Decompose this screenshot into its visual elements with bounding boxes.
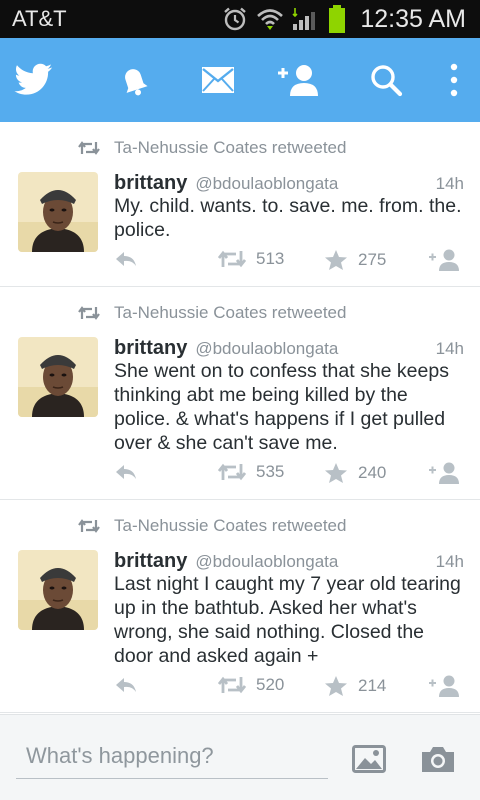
camera-icon [422, 747, 454, 772]
signal-strength-icon [292, 8, 316, 30]
avatar[interactable] [18, 172, 98, 252]
avatar[interactable] [18, 337, 98, 417]
wifi-icon [257, 9, 284, 30]
tweet-actions: 535 240 [114, 462, 464, 486]
follow-button[interactable] [428, 675, 462, 697]
author-name[interactable]: brittany [114, 550, 187, 573]
star-icon [325, 676, 347, 696]
retweet-button[interactable]: 513 [218, 249, 284, 269]
favorite-count: 275 [358, 250, 387, 269]
status-icons: 12:35 AM [222, 3, 466, 35]
tweet-header: brittany @bdoulaoblongata 14h [114, 550, 464, 573]
camera-button[interactable] [420, 745, 456, 778]
retweet-context: Ta-Nehussie Coates retweeted [78, 138, 346, 158]
reply-button[interactable] [114, 249, 138, 269]
retweet-icon [218, 250, 246, 268]
compose-bar [0, 714, 480, 800]
favorite-count: 240 [358, 463, 387, 482]
retweet-button[interactable]: 535 [218, 462, 284, 482]
reply-button[interactable] [114, 462, 138, 482]
author-name[interactable]: brittany [114, 172, 187, 195]
timeline: Ta-Nehussie Coates retweeted brittany @b… [0, 122, 480, 714]
tweet-text: My. child. wants. to. save. me. from. th… [114, 195, 462, 241]
reply-icon [116, 465, 136, 479]
author-handle[interactable]: @bdoulaoblongata [195, 552, 338, 572]
retweet-count: 535 [256, 462, 285, 481]
notifications-bell-icon[interactable] [106, 58, 162, 102]
tweet-header: brittany @bdoulaoblongata 14h [114, 337, 464, 360]
search-icon[interactable] [358, 58, 414, 102]
avatar[interactable] [18, 550, 98, 630]
status-clock: 12:35 AM [360, 4, 466, 33]
follow-user-icon [429, 249, 459, 271]
tweet-actions: 520 214 [114, 675, 464, 699]
follow-user-icon [429, 462, 459, 484]
author-handle[interactable]: @bdoulaoblongata [195, 339, 338, 359]
star-icon [325, 250, 347, 270]
favorite-button[interactable]: 214 [324, 675, 386, 697]
star-icon [325, 463, 347, 483]
favorite-count: 214 [358, 676, 387, 695]
reply-icon [116, 252, 136, 266]
tweet-item[interactable]: Ta-Nehussie Coates retweeted brittany @b… [0, 287, 480, 500]
tweet-text: She went on to confess that she keeps th… [114, 360, 449, 454]
status-bar: AT&T 12:35 AM [0, 0, 480, 38]
retweet-context: Ta-Nehussie Coates retweeted [78, 303, 346, 323]
retweet-context: Ta-Nehussie Coates retweeted [78, 516, 346, 536]
retweet-icon [78, 306, 100, 320]
reply-icon [116, 678, 136, 692]
overflow-menu-icon[interactable] [426, 58, 480, 102]
tweet-item[interactable]: Ta-Nehussie Coates retweeted brittany @b… [0, 122, 480, 287]
retweet-button[interactable]: 520 [218, 675, 284, 695]
reply-button[interactable] [114, 675, 138, 695]
tweet-header: brittany @bdoulaoblongata 14h [114, 172, 464, 195]
retweet-icon [78, 519, 100, 533]
retweet-count: 513 [256, 249, 285, 268]
retweeted-by-label: Ta-Nehussie Coates retweeted [114, 516, 347, 535]
tweet-item[interactable]: Ta-Nehussie Coates retweeted brittany @b… [0, 500, 480, 713]
tweet-timestamp: 14h [435, 174, 464, 193]
favorite-button[interactable]: 275 [324, 249, 386, 271]
follow-user-icon [429, 675, 459, 697]
add-photo-button[interactable] [352, 745, 386, 778]
retweet-icon [218, 463, 246, 481]
retweet-icon [78, 141, 100, 155]
twitter-bird-icon[interactable] [6, 58, 62, 102]
add-user-icon[interactable] [270, 58, 326, 102]
retweet-icon [218, 676, 246, 694]
tweet-timestamp: 14h [435, 552, 464, 571]
author-handle[interactable]: @bdoulaoblongata [195, 174, 338, 194]
favorite-button[interactable]: 240 [324, 462, 386, 484]
follow-button[interactable] [428, 462, 462, 484]
carrier-name: AT&T [12, 6, 67, 31]
messages-envelope-icon[interactable] [190, 58, 246, 102]
retweeted-by-label: Ta-Nehussie Coates retweeted [114, 303, 347, 322]
follow-button[interactable] [428, 249, 462, 271]
tweet-text: Last night I caught my 7 year old tearin… [114, 573, 461, 667]
battery-icon [329, 5, 346, 33]
alarm-icon [224, 7, 247, 31]
tweet-actions: 513 275 [114, 249, 464, 273]
retweet-count: 520 [256, 675, 285, 694]
tweet-timestamp: 14h [435, 339, 464, 358]
top-navigation-bar [0, 38, 480, 122]
retweeted-by-label: Ta-Nehussie Coates retweeted [114, 138, 347, 157]
compose-tweet-input[interactable] [16, 733, 328, 779]
image-icon [352, 745, 386, 773]
author-name[interactable]: brittany [114, 337, 187, 360]
